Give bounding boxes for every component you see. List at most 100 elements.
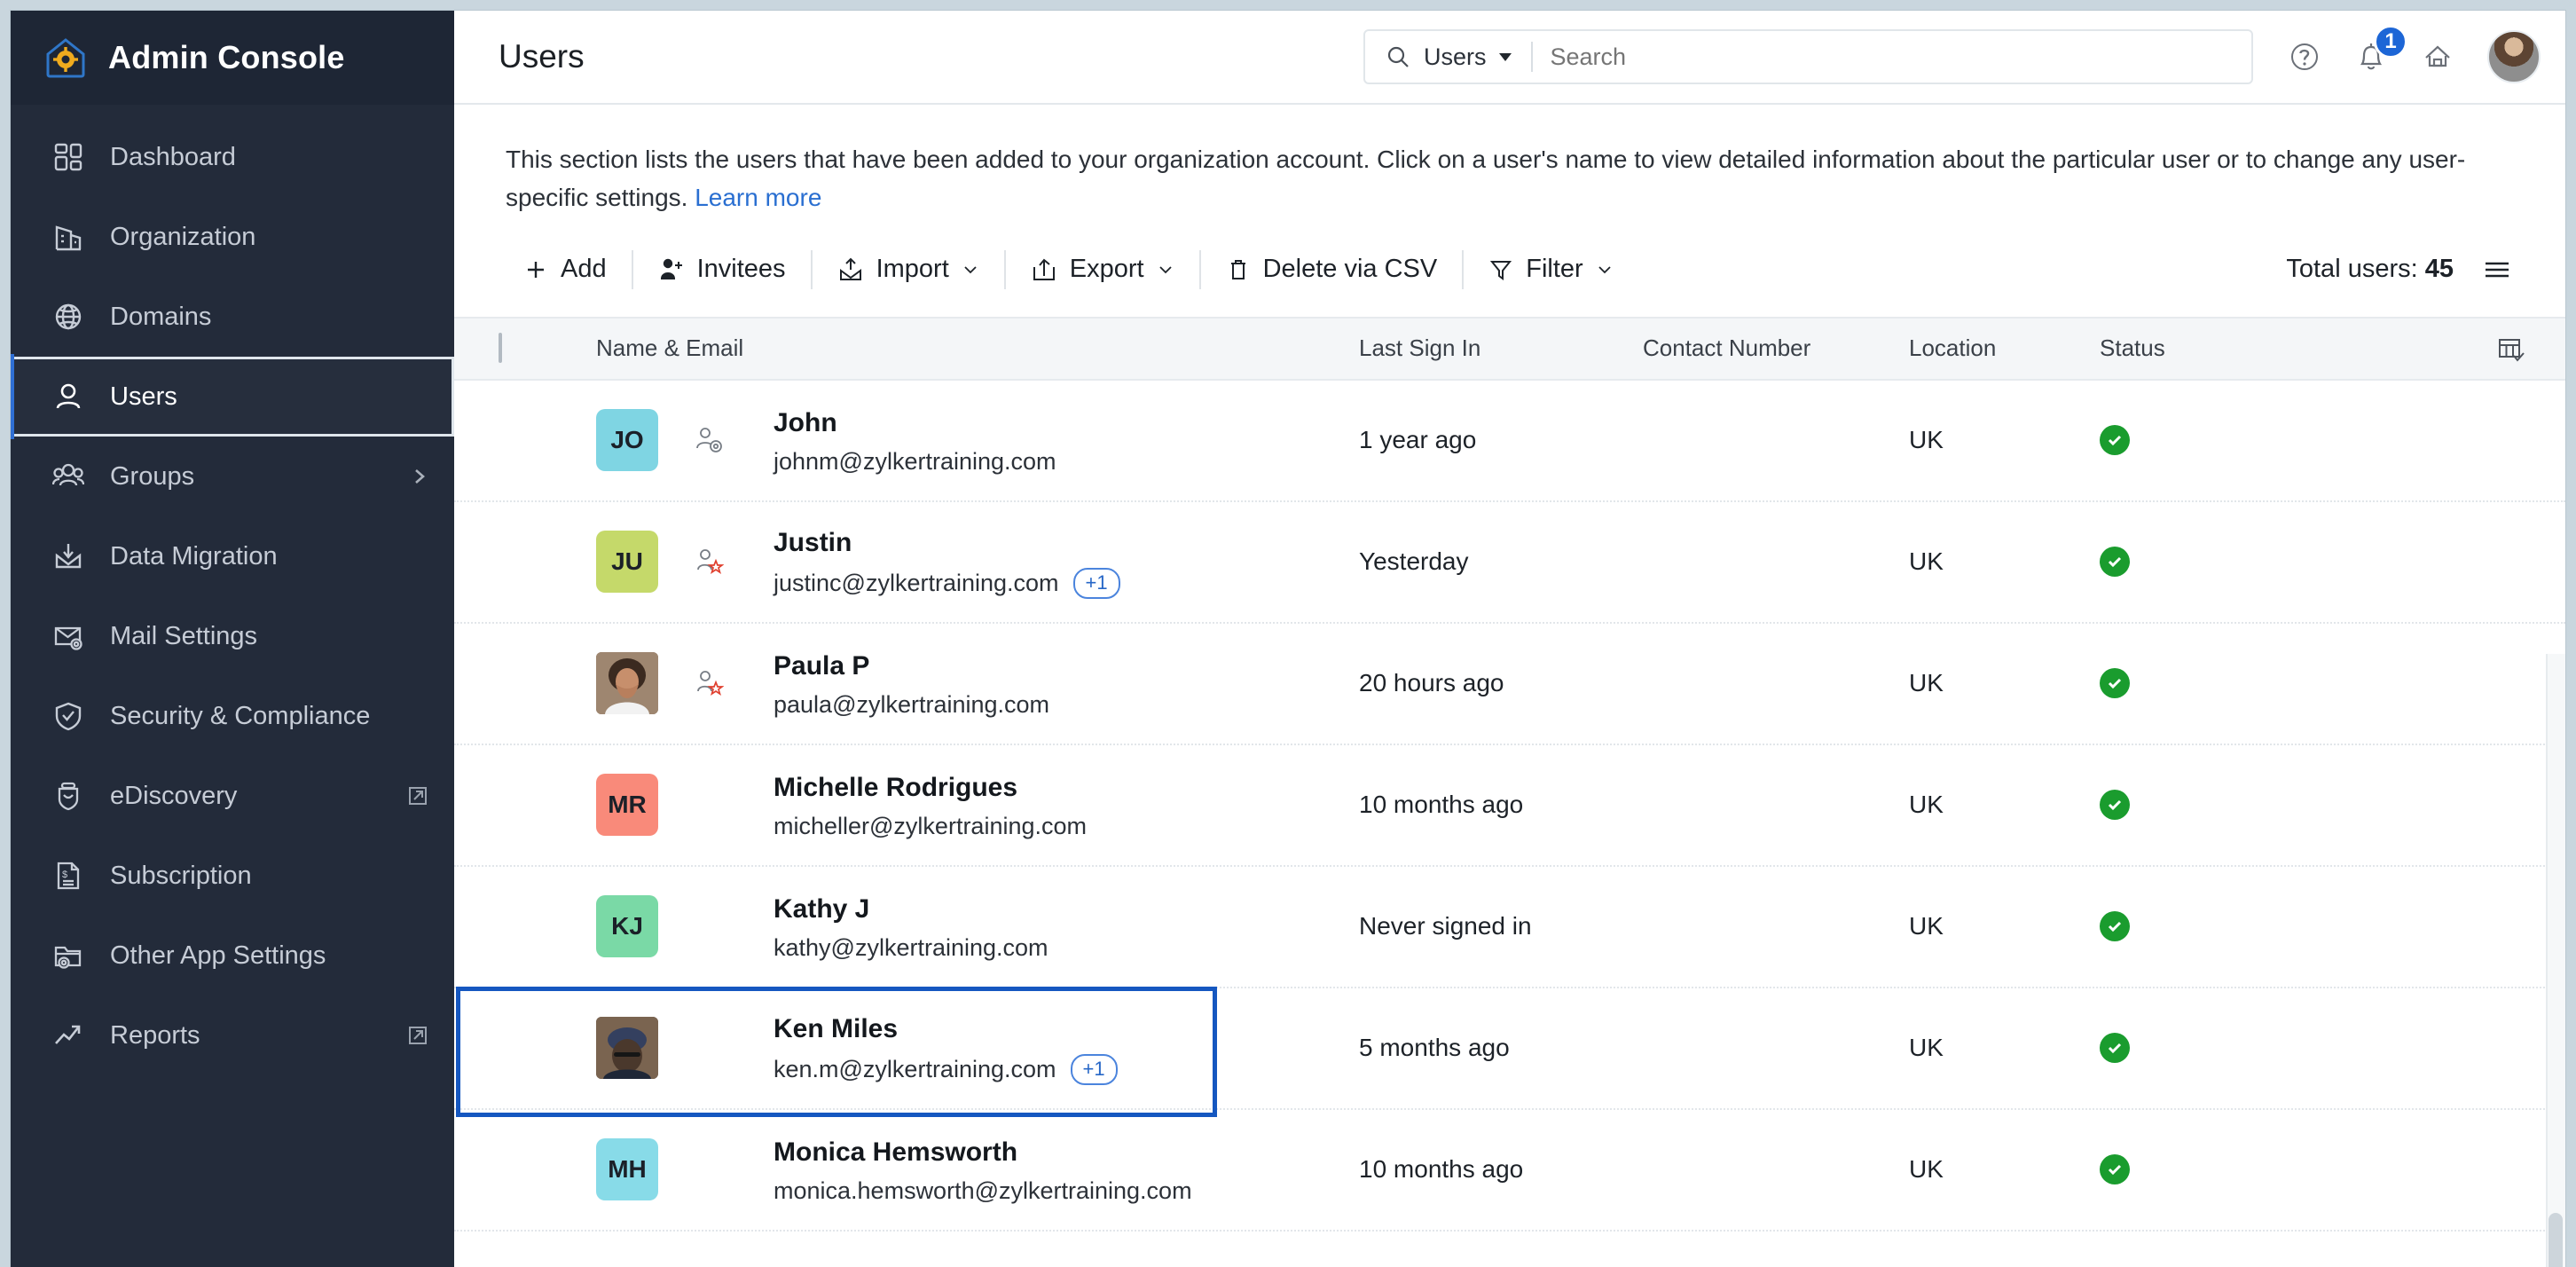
name-email-cell[interactable]: Monica Hemsworth monica.hemsworth@zylker…	[774, 1135, 1359, 1206]
import-icon	[837, 256, 864, 283]
table-row[interactable]: MH Monica Hemsworth monica.hemsworth@zyl…	[454, 1110, 2565, 1232]
vertical-scrollbar[interactable]	[2546, 653, 2565, 1267]
name-email-cell[interactable]: John johnm@zylkertraining.com	[774, 405, 1359, 476]
email-line: monica.hemsworth@zylkertraining.com	[774, 1177, 1359, 1205]
mail-settings-icon	[50, 618, 87, 655]
sidebar: Admin Console Dashboard Organization Dom…	[11, 11, 454, 1267]
hamburger-icon[interactable]	[2482, 256, 2512, 283]
filter-button[interactable]: Filter	[1464, 249, 1637, 290]
extra-emails-chip[interactable]: +1	[1070, 1054, 1118, 1085]
user-email: micheller@zylkertraining.com	[774, 813, 1088, 840]
export-button[interactable]: Export	[1006, 249, 1199, 290]
sidebar-item-data-migration[interactable]: Data Migration	[11, 516, 454, 596]
table-row[interactable]: JO John johnm@zylkertraining.com 1 year …	[454, 381, 2565, 502]
delete-via-csv-button[interactable]: Delete via CSV	[1201, 249, 1463, 290]
scrollbar-thumb[interactable]	[2549, 1212, 2563, 1267]
sidebar-item-label: Data Migration	[110, 541, 278, 571]
user-name: Michelle Rodrigues	[774, 772, 1018, 802]
sidebar-item-users[interactable]: Users	[11, 354, 454, 439]
row-avatar-cell: MR	[596, 774, 694, 837]
column-header-location[interactable]: Location	[1909, 334, 2100, 362]
chevron-right-icon[interactable]	[408, 466, 429, 487]
sidebar-nav: Dashboard Organization Domains Users Gro…	[11, 105, 454, 1075]
table-row[interactable]: JU Justin justinc@zylkertraining.com +1 …	[454, 502, 2565, 624]
avatar-photo	[596, 652, 658, 715]
search-bar[interactable]: Users	[1363, 29, 2253, 84]
table-row[interactable]: Paula P paula@zylkertraining.com 20 hour…	[454, 624, 2565, 745]
total-users-count: 45	[2424, 255, 2454, 284]
user-email: kathy@zylkertraining.com	[774, 934, 1048, 962]
status-cell	[2100, 911, 2277, 942]
avatar: MH	[596, 1138, 658, 1201]
sidebar-item-organization[interactable]: Organization	[11, 197, 454, 277]
user-name: Ken Miles	[774, 1013, 899, 1043]
help-icon[interactable]	[2287, 39, 2322, 75]
column-settings-icon[interactable]	[2496, 334, 2565, 363]
user-email: ken.m@zylkertraining.com	[774, 1056, 1056, 1083]
table-row[interactable]: MR Michelle Rodrigues micheller@zylkertr…	[454, 745, 2565, 867]
sidebar-item-label: Groups	[110, 461, 195, 491]
data-migration-icon	[50, 538, 87, 575]
notifications-bell-icon[interactable]: 1	[2354, 25, 2407, 75]
table-row[interactable]: Ken Miles ken.m@zylkertraining.com +1 5 …	[454, 986, 2565, 1117]
add-label: Add	[561, 255, 607, 284]
sidebar-item-label: Reports	[110, 1020, 200, 1050]
sidebar-item-security-compliance[interactable]: Security & Compliance	[11, 676, 454, 756]
sidebar-item-reports[interactable]: Reports	[11, 996, 454, 1075]
chevron-down-icon	[1157, 264, 1174, 276]
learn-more-link[interactable]: Learn more	[695, 184, 821, 211]
search-scope-dropdown[interactable]: Users	[1424, 43, 1513, 71]
sidebar-item-ediscovery[interactable]: eDiscovery	[11, 756, 454, 836]
location-cell: UK	[1909, 669, 1944, 697]
add-button[interactable]: Add	[499, 249, 632, 290]
sidebar-item-other-app-settings[interactable]: Other App Settings	[11, 916, 454, 996]
import-button[interactable]: Import	[813, 249, 1004, 290]
avatar-initials: KJ	[611, 912, 643, 940]
sidebar-item-domains[interactable]: Domains	[11, 277, 454, 357]
location-cell: UK	[1909, 912, 1944, 940]
sidebar-item-subscription[interactable]: $ Subscription	[11, 836, 454, 916]
name-email-cell[interactable]: Michelle Rodrigues micheller@zylkertrain…	[774, 770, 1359, 841]
last-sign-in-cell: 1 year ago	[1359, 426, 1477, 454]
folder-gear-icon	[50, 937, 87, 974]
total-users-label: Total users:	[2286, 255, 2418, 284]
sidebar-item-dashboard[interactable]: Dashboard	[11, 117, 454, 197]
status-cell	[2100, 790, 2277, 821]
row-checkbox-cell	[499, 548, 596, 575]
groups-icon	[50, 458, 87, 495]
name-email-cell[interactable]: Kathy J kathy@zylkertraining.com	[774, 892, 1359, 963]
column-header-last-sign-in[interactable]: Last Sign In	[1359, 334, 1643, 362]
invitees-button[interactable]: Invitees	[633, 249, 811, 290]
last-sign-in-cell: Yesterday	[1359, 547, 1469, 576]
location-cell: UK	[1909, 426, 1944, 454]
invitees-label: Invitees	[696, 255, 786, 284]
user-email: paula@zylkertraining.com	[774, 691, 1050, 719]
export-label: Export	[1069, 255, 1144, 284]
last-sign-in-cell: Never signed in	[1359, 912, 1532, 940]
admin-console-window: Admin Console Dashboard Organization Dom…	[11, 11, 2565, 1267]
row-avatar-cell: JU	[596, 531, 694, 594]
sidebar-item-label: Mail Settings	[110, 621, 258, 650]
row-avatar-cell: KJ	[596, 895, 694, 958]
row-avatar-cell	[596, 1017, 694, 1080]
extra-emails-chip[interactable]: +1	[1072, 568, 1120, 599]
name-email-cell[interactable]: Paula P paula@zylkertraining.com	[774, 649, 1359, 720]
sidebar-item-mail-settings[interactable]: Mail Settings	[11, 596, 454, 676]
search-input[interactable]	[1550, 43, 2232, 71]
external-link-icon[interactable]	[406, 1024, 429, 1047]
avatar-initials: JO	[610, 426, 644, 454]
last-sign-in-cell: 5 months ago	[1359, 1034, 1510, 1062]
name-email-cell[interactable]: Justin justinc@zylkertraining.com +1	[774, 525, 1359, 599]
toolbar-right: Total users: 45	[2286, 255, 2519, 284]
sidebar-item-groups[interactable]: Groups	[11, 437, 454, 516]
column-header-name-email[interactable]: Name & Email	[596, 334, 1359, 362]
column-header-contact-number[interactable]: Contact Number	[1643, 334, 1909, 362]
name-email-cell[interactable]: Ken Miles ken.m@zylkertraining.com +1	[774, 1011, 1359, 1085]
select-all-checkbox[interactable]	[499, 333, 502, 364]
email-line: kathy@zylkertraining.com	[774, 934, 1359, 962]
column-header-status[interactable]: Status	[2100, 334, 2277, 362]
external-link-icon[interactable]	[406, 784, 429, 807]
avatar[interactable]	[2487, 30, 2541, 83]
home-icon[interactable]	[2420, 39, 2455, 75]
table-row[interactable]: KJ Kathy J kathy@zylkertraining.com Neve…	[454, 867, 2565, 988]
